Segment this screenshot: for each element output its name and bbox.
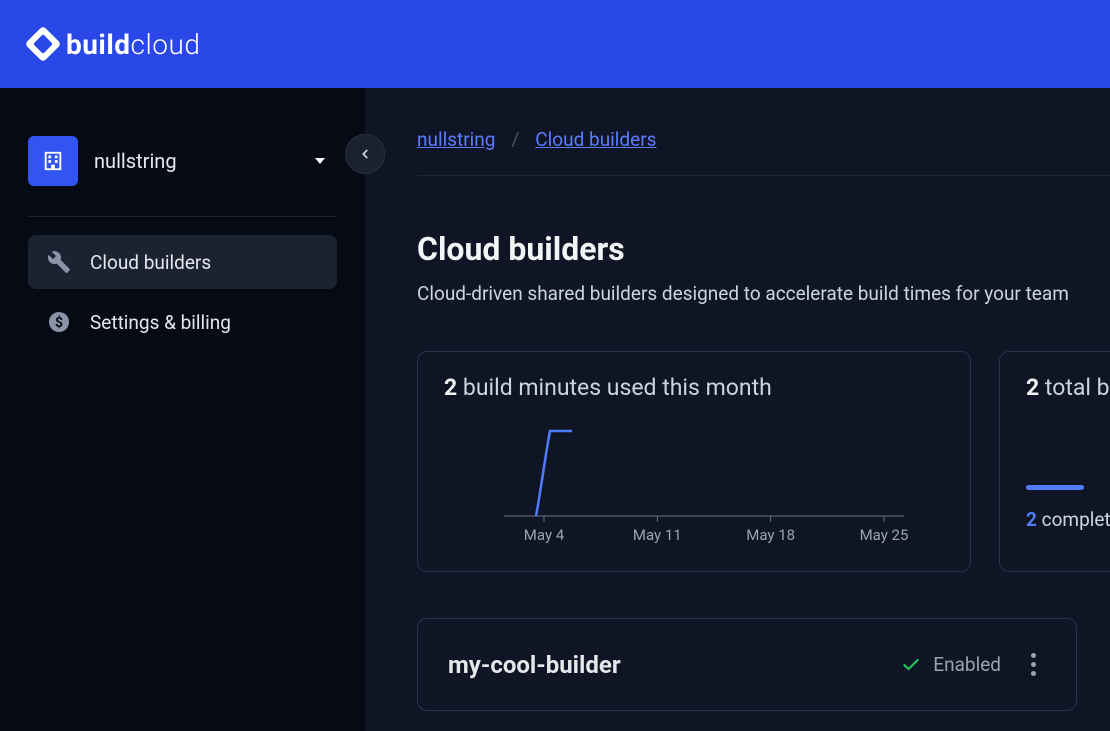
- breadcrumb-org-link[interactable]: nullstring: [417, 128, 495, 151]
- build-minutes-chart: May 4 May 11 May 18 May 25: [444, 421, 944, 555]
- sidebar-item-label: Settings & billing: [90, 311, 231, 334]
- breadcrumb-separator: /: [511, 128, 519, 151]
- chevron-down-icon: [315, 158, 325, 164]
- svg-text:May 4: May 4: [524, 526, 565, 544]
- builder-card[interactable]: my-cool-builder Enabled: [417, 618, 1077, 711]
- builder-status-label: Enabled: [933, 653, 1001, 676]
- sidebar: nullstring Cloud builders $ Settings & b…: [0, 88, 365, 731]
- brand-logo-text: buildcloud: [66, 28, 200, 61]
- sidebar-item-cloud-builders[interactable]: Cloud builders: [28, 235, 337, 289]
- dot-icon: [1031, 662, 1036, 667]
- sidebar-item-label: Cloud builders: [90, 251, 211, 274]
- page-subtitle: Cloud-driven shared builders designed to…: [417, 282, 1110, 305]
- breadcrumb-divider: [417, 175, 1110, 176]
- brand-logo-icon: [25, 26, 62, 63]
- org-name: nullstring: [94, 149, 299, 173]
- svg-text:May 11: May 11: [633, 526, 682, 544]
- stat-label: total b: [1039, 374, 1109, 401]
- svg-text:$: $: [55, 314, 63, 331]
- progress-track: [1026, 485, 1110, 490]
- brand-bold: build: [66, 28, 131, 61]
- stat-value: 2: [444, 374, 457, 401]
- sidebar-divider: [28, 216, 337, 217]
- check-icon: [901, 655, 921, 675]
- wrench-icon: [46, 249, 72, 275]
- completed-label: complet: [1037, 508, 1110, 531]
- brand-logo[interactable]: buildcloud: [30, 28, 200, 61]
- dot-icon: [1031, 671, 1036, 676]
- sidebar-nav: Cloud builders $ Settings & billing: [28, 235, 337, 349]
- builder-menu-button[interactable]: [1021, 647, 1046, 682]
- org-selector[interactable]: nullstring: [28, 128, 337, 194]
- stats-row: 2 build minutes used this month May 4May…: [417, 351, 1110, 572]
- stat-value: 2: [1026, 374, 1039, 401]
- chevron-left-icon: [358, 147, 372, 161]
- app-header: buildcloud: [0, 0, 1110, 88]
- stat-label: build minutes used this month: [457, 374, 772, 401]
- sidebar-collapse-button[interactable]: [345, 134, 385, 174]
- main-content: nullstring / Cloud builders Cloud builde…: [365, 88, 1110, 731]
- dollar-circle-icon: $: [46, 309, 72, 335]
- sidebar-item-settings-billing[interactable]: $ Settings & billing: [28, 295, 337, 349]
- svg-text:May 25: May 25: [860, 526, 909, 544]
- brand-light: cloud: [131, 28, 201, 61]
- builder-status: Enabled: [901, 653, 1001, 676]
- stat-title: 2 total b: [1026, 374, 1110, 401]
- progress-fill: [1026, 485, 1084, 490]
- building-icon: [42, 150, 64, 172]
- svg-text:May 18: May 18: [746, 526, 795, 544]
- stat-title: 2 build minutes used this month: [444, 374, 944, 401]
- page-title: Cloud builders: [417, 230, 1110, 268]
- breadcrumb: nullstring / Cloud builders: [417, 128, 1110, 151]
- completed-line: 2 complet: [1026, 508, 1110, 531]
- stat-card-build-minutes: 2 build minutes used this month May 4May…: [417, 351, 971, 572]
- completed-value: 2: [1026, 508, 1037, 531]
- stat-card-total-builds: 2 total b 2 complet: [999, 351, 1110, 572]
- dot-icon: [1031, 653, 1036, 658]
- org-icon: [28, 136, 78, 186]
- builder-name: my-cool-builder: [448, 651, 881, 679]
- breadcrumb-page-link[interactable]: Cloud builders: [535, 128, 656, 151]
